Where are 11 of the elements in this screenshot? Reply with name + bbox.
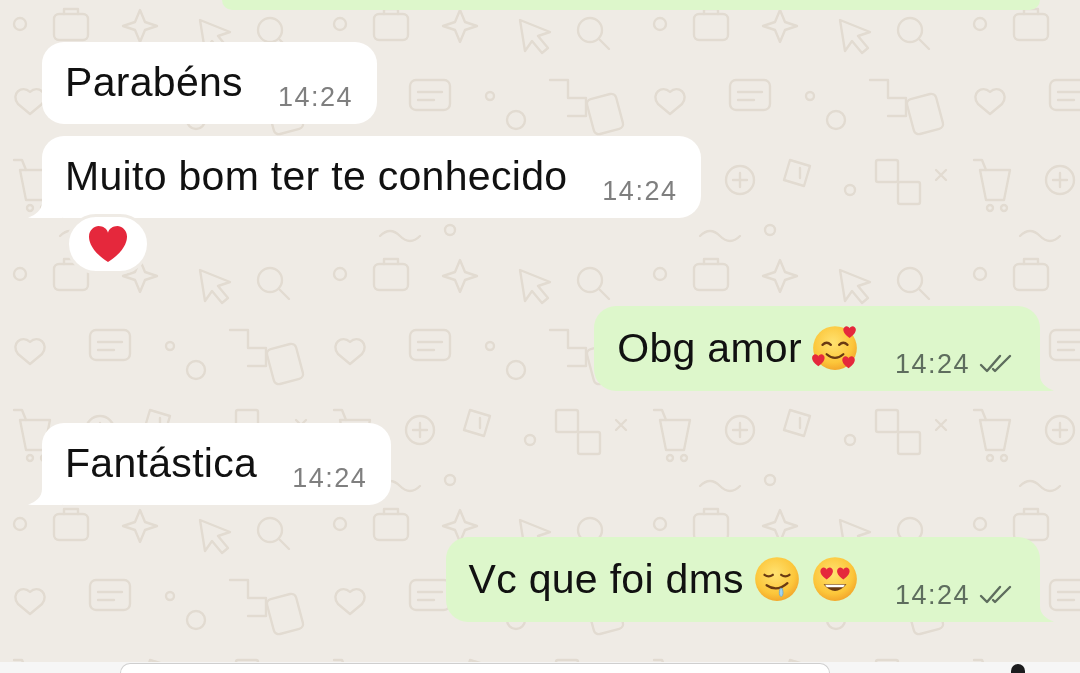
message-text: Obg amor	[617, 324, 802, 372]
message-text: Vc que foi dms	[468, 555, 744, 603]
message-text: Parabéns	[65, 59, 243, 106]
message-time: 14:24	[894, 580, 970, 610]
message-time: 14:24	[277, 82, 353, 112]
message-text: Muito bom ter te conhecido	[65, 153, 568, 200]
input-field[interactable]	[120, 663, 830, 673]
message-time: 14:24	[292, 463, 368, 493]
message-time: 14:24	[602, 176, 678, 206]
message-text: Fantástica	[65, 440, 258, 487]
message-time: 14:24	[894, 349, 970, 379]
